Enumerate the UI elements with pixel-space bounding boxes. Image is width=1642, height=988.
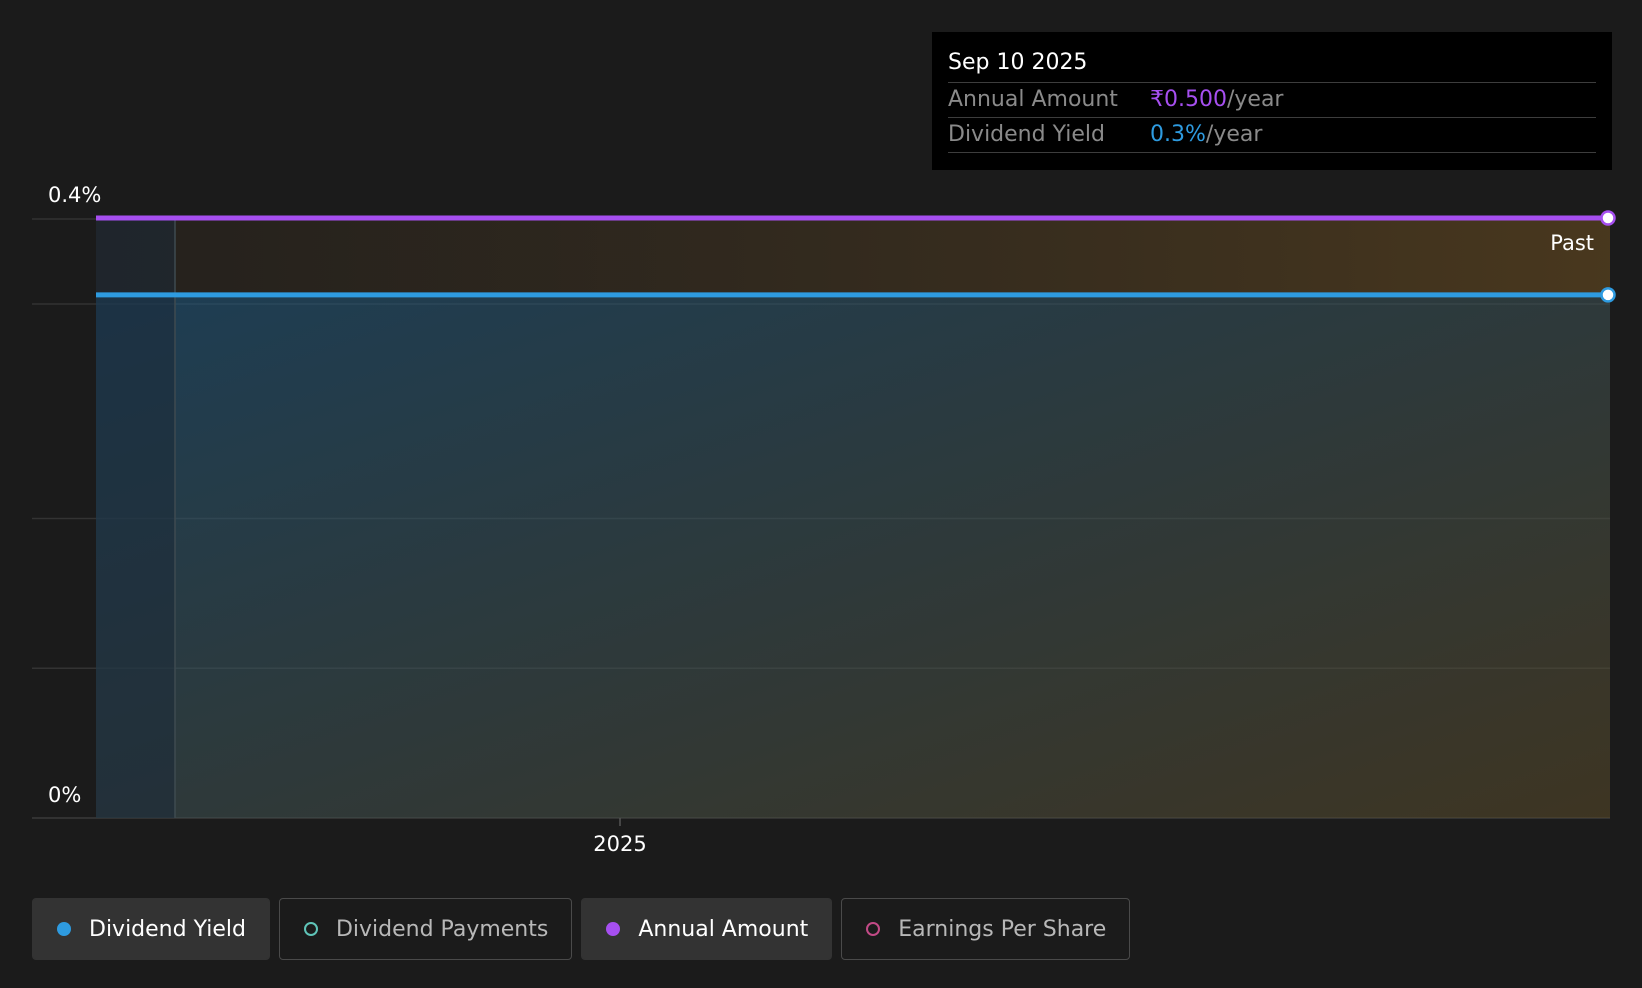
tooltip-value: 0.3%	[1150, 122, 1206, 147]
legend-label: Annual Amount	[638, 916, 809, 942]
chart-legend: Dividend Yield Dividend Payments Annual …	[32, 898, 1131, 960]
legend-dividend-yield[interactable]: Dividend Yield	[32, 898, 270, 960]
legend-dot-icon	[57, 922, 71, 936]
tooltip-unit: /year	[1226, 87, 1284, 112]
dividend-yield-area	[96, 293, 1610, 818]
series-end-point	[1600, 287, 1616, 303]
tooltip-label: Dividend Yield	[948, 122, 1105, 147]
tooltip-value: ₹0.500	[1150, 87, 1227, 112]
x-tick-label: 2025	[593, 832, 646, 856]
tooltip-date: Sep 10 2025	[948, 48, 1596, 83]
past-band	[96, 219, 1610, 294]
legend-annual-amount[interactable]: Annual Amount	[581, 898, 833, 960]
legend-dividend-payments[interactable]: Dividend Payments	[278, 898, 573, 960]
legend-dot-icon	[303, 922, 318, 936]
chart-tooltip: Sep 10 2025 Annual Amount ₹0.500 /year D…	[932, 32, 1612, 170]
tooltip-label: Annual Amount	[948, 87, 1118, 112]
tooltip-row-annual-amount: Annual Amount ₹0.500 /year	[948, 83, 1596, 118]
legend-earnings-per-share[interactable]: Earnings Per Share	[841, 898, 1131, 960]
legend-dot-icon	[866, 922, 881, 936]
tooltip-unit: /year	[1205, 122, 1263, 147]
legend-label: Dividend Payments	[335, 916, 549, 942]
past-label: Past	[1550, 231, 1594, 255]
series-end-point	[1600, 210, 1616, 226]
legend-label: Earnings Per Share	[898, 916, 1107, 942]
legend-dot-icon	[606, 922, 621, 936]
y-tick-label: 0%	[48, 783, 81, 807]
legend-label: Dividend Yield	[89, 916, 246, 942]
tooltip-row-dividend-yield: Dividend Yield 0.3% /year	[948, 118, 1596, 153]
shaded-strip	[96, 219, 175, 818]
y-tick-label: 0.4%	[48, 183, 101, 207]
